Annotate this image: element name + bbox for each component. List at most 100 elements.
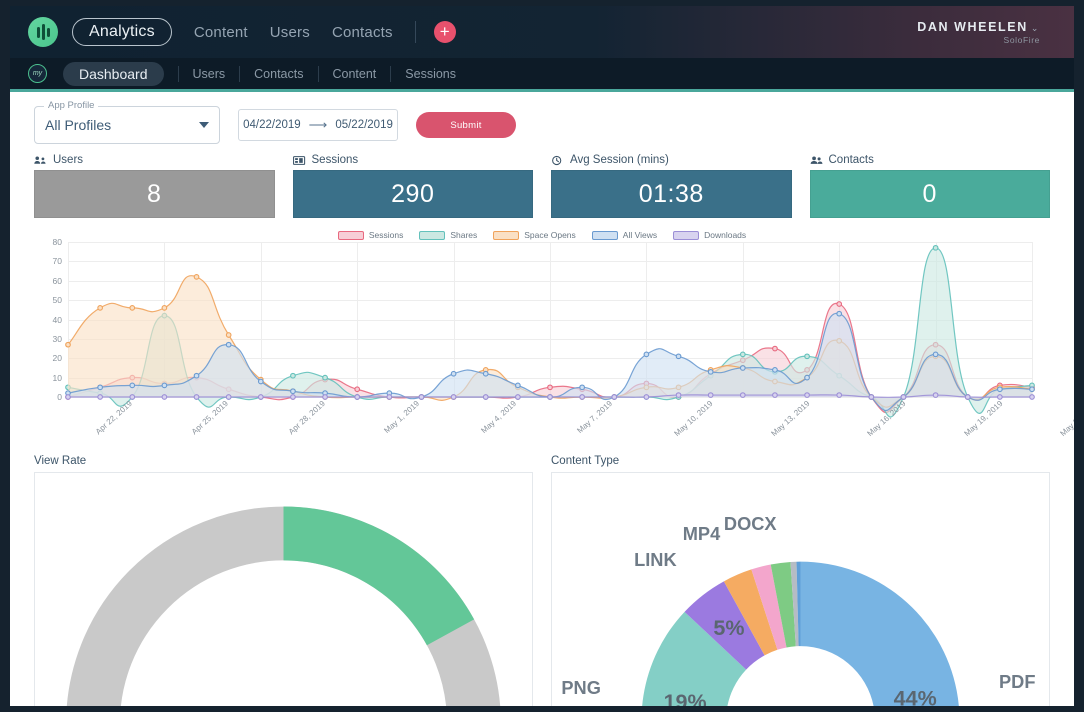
pie-slice-pdf[interactable] — [801, 562, 960, 706]
analytics-bars-logo-icon[interactable] — [28, 17, 58, 47]
activity-chart: Sessions Shares Space Opens All Views Downlo… — [10, 218, 1074, 445]
data-point[interactable] — [291, 389, 296, 394]
data-point[interactable] — [323, 375, 328, 380]
bottom-panels: View Rate 17% Content Type 44%PDF24%JPG1… — [10, 445, 1074, 706]
x-axis-tick: May 13, 2019 — [769, 399, 811, 438]
data-point[interactable] — [773, 346, 778, 351]
subnav-divider — [178, 66, 179, 82]
data-point[interactable] — [355, 387, 360, 392]
y-axis-tick: 40 — [53, 315, 62, 325]
data-point[interactable] — [259, 379, 264, 384]
data-point[interactable] — [130, 306, 135, 311]
user-menu[interactable]: DAN WHEELEN⌄ SoloFire — [917, 20, 1056, 45]
data-point[interactable] — [291, 373, 296, 378]
data-point[interactable] — [162, 383, 167, 388]
tab-dashboard[interactable]: Dashboard — [63, 62, 164, 86]
legend-swatch — [592, 231, 618, 240]
data-point[interactable] — [805, 354, 810, 359]
top-navigation-bar: Analytics Content Users Contacts + DAN W… — [10, 6, 1074, 58]
kpi-header: Contacts — [810, 154, 1051, 166]
tab-content[interactable]: Content — [333, 67, 377, 81]
legend-item-all-views[interactable]: All Views — [592, 230, 657, 240]
data-point[interactable] — [708, 370, 713, 375]
data-point[interactable] — [548, 385, 553, 390]
content-type-title: Content Type — [551, 455, 1050, 467]
chart-vgridline — [1032, 242, 1033, 397]
legend-swatch — [493, 231, 519, 240]
subnav-divider — [239, 66, 240, 82]
data-point[interactable] — [162, 306, 167, 311]
data-point[interactable] — [676, 354, 681, 359]
data-point[interactable] — [516, 383, 521, 388]
tab-users[interactable]: Users — [193, 67, 226, 81]
my-badge-icon[interactable]: my — [28, 64, 47, 83]
y-axis-tick: 50 — [53, 295, 62, 305]
x-axis-tick: May 4, 2019 — [479, 399, 518, 435]
users-icon — [34, 155, 47, 166]
date-range-input[interactable]: 04/22/2019 ⟶ 05/22/2019 — [238, 109, 398, 141]
legend-item-downloads[interactable]: Downloads — [673, 230, 746, 240]
pie-slice-percent: 44% — [894, 686, 937, 706]
data-point[interactable] — [741, 352, 746, 357]
kpi-card-sessions: Sessions290 — [293, 154, 534, 218]
nav-item-contacts[interactable]: Contacts — [332, 24, 393, 41]
legend-swatch — [419, 231, 445, 240]
legend-item-sessions[interactable]: Sessions — [338, 230, 404, 240]
kpi-value-box: 8 — [34, 170, 275, 218]
data-point[interactable] — [483, 371, 488, 376]
tab-sessions[interactable]: Sessions — [405, 67, 456, 81]
kpi-value: 290 — [391, 180, 434, 209]
add-button[interactable]: + — [434, 21, 456, 43]
data-point[interactable] — [998, 387, 1003, 392]
x-axis-tick: May 22, 2019 — [1058, 399, 1074, 438]
clock-icon — [551, 155, 564, 166]
data-point[interactable] — [644, 352, 649, 357]
tab-contacts[interactable]: Contacts — [254, 67, 303, 81]
data-point[interactable] — [194, 275, 199, 280]
data-point[interactable] — [451, 371, 456, 376]
legend-label: Sessions — [369, 230, 404, 240]
kpi-label: Users — [53, 154, 83, 166]
data-point[interactable] — [837, 302, 842, 307]
legend-item-space-opens[interactable]: Space Opens — [493, 230, 576, 240]
y-axis-tick: 0 — [57, 392, 62, 402]
data-point[interactable] — [933, 246, 938, 251]
data-point[interactable] — [580, 385, 585, 390]
app-window: Analytics Content Users Contacts + DAN W… — [0, 0, 1084, 712]
data-point[interactable] — [741, 366, 746, 371]
data-point[interactable] — [933, 352, 938, 357]
y-axis-tick: 30 — [53, 334, 62, 344]
y-axis-tick: 80 — [53, 237, 62, 247]
kpi-value: 01:38 — [639, 180, 704, 209]
filter-bar: App Profile All Profiles 04/22/2019 ⟶ 05… — [10, 92, 1074, 152]
view-rate-chart: 17% — [34, 472, 533, 706]
chart-plot-area: 01020304050607080 — [68, 242, 1032, 397]
data-point[interactable] — [98, 385, 103, 390]
data-point[interactable] — [66, 342, 71, 347]
kpi-header: Avg Session (mins) — [551, 154, 792, 166]
x-axis-tick: Apr 25, 2019 — [190, 399, 230, 436]
data-point[interactable] — [1030, 387, 1035, 392]
kpi-header: Users — [34, 154, 275, 166]
data-point[interactable] — [805, 375, 810, 380]
nav-item-content[interactable]: Content — [194, 24, 248, 41]
submit-button[interactable]: Submit — [416, 112, 516, 138]
user-org: SoloFire — [917, 35, 1040, 45]
data-point[interactable] — [130, 383, 135, 388]
nav-item-analytics[interactable]: Analytics — [72, 18, 172, 46]
app-profile-select[interactable]: App Profile All Profiles — [34, 106, 220, 144]
data-point[interactable] — [226, 333, 231, 338]
x-axis-tick: Apr 28, 2019 — [287, 399, 327, 436]
kpi-card-avg-session-mins: Avg Session (mins) 01:38 — [551, 154, 792, 218]
legend-item-shares[interactable]: Shares — [419, 230, 477, 240]
contacts-icon — [810, 155, 823, 166]
sub-navigation-bar: my Dashboard Users Contacts Content Sess… — [10, 58, 1074, 92]
data-point[interactable] — [98, 306, 103, 311]
kpi-value-box: 01:38 — [551, 170, 792, 218]
data-point[interactable] — [773, 368, 778, 373]
date-end: 05/22/2019 — [335, 119, 393, 131]
data-point[interactable] — [194, 373, 199, 378]
data-point[interactable] — [226, 342, 231, 347]
data-point[interactable] — [837, 311, 842, 316]
nav-item-users[interactable]: Users — [270, 24, 310, 41]
